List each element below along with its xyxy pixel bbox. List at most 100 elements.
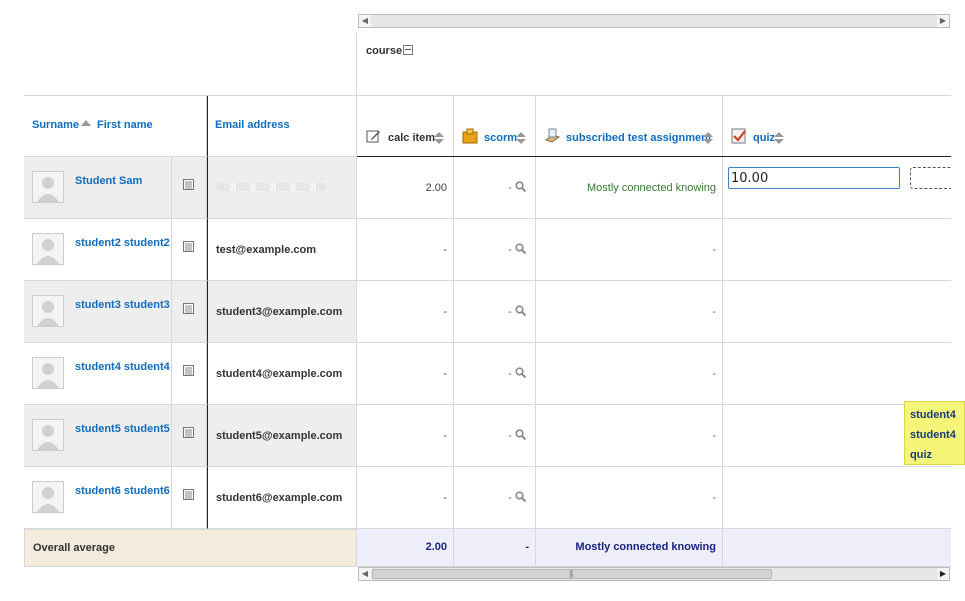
search-icon[interactable] (515, 181, 526, 192)
overall-average-label-cell: Overall average (24, 529, 357, 567)
tooltip-line: student4 (910, 409, 956, 421)
tooltip-line: quiz (910, 449, 932, 461)
table-row-name-cell: student4 student4 (24, 343, 172, 405)
grade-value: - (443, 492, 447, 504)
grade-cell-scorm[interactable]: - (454, 219, 536, 281)
user-report-icon[interactable] (183, 365, 194, 376)
edit-calculation-icon (366, 130, 380, 143)
grade-cell-quiz[interactable] (723, 467, 951, 529)
collapse-category-icon[interactable] (403, 45, 413, 55)
email-cell: student6@example.com (207, 467, 357, 529)
assignment-header-link[interactable]: subscribed test assignment (566, 132, 712, 144)
grade-value: - (712, 368, 716, 380)
grade-cell-quiz[interactable] (723, 343, 951, 405)
grade-cell-calc[interactable]: - (357, 467, 454, 529)
table-row-name-cell: student2 student2 (24, 219, 172, 281)
user-report-icon[interactable] (183, 427, 194, 438)
email-sort-link[interactable]: Email address (215, 119, 290, 131)
search-icon[interactable] (515, 491, 526, 502)
sort-icon[interactable] (516, 132, 526, 144)
grade-cell-calc[interactable]: - (357, 281, 454, 343)
grade-cell-scorm[interactable]: - (454, 467, 536, 529)
quiz-header-link[interactable]: quiz (753, 132, 775, 144)
scroll-right-icon[interactable]: ▶ (937, 15, 949, 27)
column-header-scorm: scorm (454, 96, 536, 157)
grade-cell-quiz[interactable] (723, 281, 951, 343)
bottom-horizontal-scrollbar[interactable]: ◀ ||| ▶ (358, 567, 950, 581)
student-name-link[interactable]: student4 student4 (75, 361, 170, 373)
sort-icon[interactable] (434, 132, 444, 144)
grade-value: - (712, 306, 716, 318)
firstname-sort-link[interactable]: First name (97, 119, 153, 131)
scrollbar-thumb[interactable]: ||| (372, 569, 772, 579)
search-icon[interactable] (515, 429, 526, 440)
grade-cell-assignment[interactable]: - (536, 405, 723, 467)
surname-sort-link[interactable]: Surname (32, 119, 79, 131)
user-report-icon[interactable] (183, 179, 194, 190)
user-report-icon[interactable] (183, 241, 194, 252)
student-name-link[interactable]: student2 student2 (75, 237, 170, 249)
sort-ascending-icon[interactable] (81, 120, 91, 127)
avatar[interactable] (32, 171, 64, 203)
grade-value: - (443, 430, 447, 442)
average-cell-calc: 2.00 (357, 529, 454, 567)
email-text: student3@example.com (216, 306, 343, 318)
grade-cell-assignment[interactable]: - (536, 343, 723, 405)
cell-tooltip: student4 student4 quiz (904, 401, 965, 465)
grade-cell-scorm[interactable]: - (454, 157, 536, 219)
top-horizontal-scrollbar[interactable]: ◀ ▶ (358, 14, 950, 28)
grade-cell-scorm[interactable]: - (454, 405, 536, 467)
search-icon[interactable] (515, 367, 526, 378)
avatar[interactable] (32, 419, 64, 451)
email-text: student6@example.com (216, 492, 343, 504)
assignment-icon (544, 128, 560, 143)
grade-cell-quiz[interactable] (723, 219, 951, 281)
grade-cell-assignment[interactable]: - (536, 281, 723, 343)
student-name-link[interactable]: Student Sam (75, 175, 142, 187)
grade-value: - (712, 430, 716, 442)
student-name-link[interactable]: student6 student6 (75, 485, 170, 497)
scroll-right-icon[interactable]: ▶ (937, 568, 949, 580)
search-icon[interactable] (515, 243, 526, 254)
grade-cell-calc[interactable]: - (357, 219, 454, 281)
email-cell: test@example.com (207, 219, 357, 281)
grade-value: - (443, 306, 447, 318)
sort-icon[interactable] (774, 132, 784, 144)
avatar[interactable] (32, 295, 64, 327)
sort-icon[interactable] (703, 132, 713, 144)
grade-cell-assignment[interactable]: - (536, 219, 723, 281)
category-header: course (357, 33, 951, 96)
category-label: course (366, 45, 403, 57)
table-row-name-cell: student6 student6 (24, 467, 172, 529)
grade-cell-calc[interactable]: - (357, 343, 454, 405)
student-name-link[interactable]: student5 student5 (75, 423, 170, 435)
avatar[interactable] (32, 481, 64, 513)
avatar[interactable] (32, 233, 64, 265)
scorm-header-link[interactable]: scorm (484, 132, 517, 144)
search-icon[interactable] (515, 305, 526, 316)
email-header-cell: Email address (207, 96, 357, 157)
report-icon-cell (172, 219, 207, 281)
quiz-icon (731, 128, 746, 144)
grade-cell-assignment[interactable]: Mostly connected knowing (536, 157, 723, 219)
student-name-link[interactable]: student3 student3 (75, 299, 170, 311)
scroll-left-icon[interactable]: ◀ (359, 568, 371, 580)
user-report-icon[interactable] (183, 303, 194, 314)
table-row-name-cell: student5 student5 (24, 405, 172, 467)
grade-cell-scorm[interactable]: - (454, 281, 536, 343)
overall-average-label: Overall average (33, 542, 115, 554)
grade-value: - (508, 492, 512, 504)
avatar[interactable] (32, 357, 64, 389)
quiz-grade-input[interactable] (728, 167, 900, 189)
grip-icon: ||| (569, 569, 573, 578)
calc-item-header-link[interactable]: calc item (388, 132, 435, 144)
scroll-left-icon[interactable]: ◀ (359, 15, 371, 27)
feedback-placeholder-box[interactable] (910, 167, 951, 189)
grade-cell-assignment[interactable]: - (536, 467, 723, 529)
grade-cell-calc[interactable]: 2.00 (357, 157, 454, 219)
grade-value: - (712, 244, 716, 256)
grade-cell-calc[interactable]: - (357, 405, 454, 467)
grade-cell-scorm[interactable]: - (454, 343, 536, 405)
grade-value: - (508, 368, 512, 380)
user-report-icon[interactable] (183, 489, 194, 500)
